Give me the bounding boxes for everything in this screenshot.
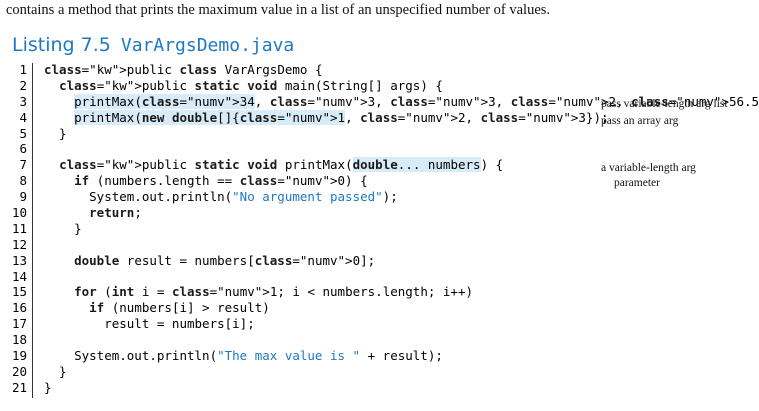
code-line: 5 } bbox=[0, 126, 600, 142]
code-line: 1 class="kw">public class VarArgsDemo { bbox=[0, 62, 600, 78]
annotation-pass-list: pass variable-length arg list bbox=[601, 98, 728, 110]
line-number: 13 bbox=[11, 252, 27, 268]
code-line: 2 class="kw">public static void main(Str… bbox=[0, 78, 600, 94]
code-text: printMax(new double[]{class="numv">1, cl… bbox=[74, 109, 609, 125]
line-number: 14 bbox=[11, 268, 27, 284]
listing-filename: VarArgsDemo.java bbox=[120, 35, 295, 56]
code-listing: 1 class="kw">public class VarArgsDemo {2 … bbox=[0, 62, 759, 396]
code-line: 14 bbox=[0, 269, 600, 285]
line-number: 7 bbox=[19, 157, 27, 173]
code-line: 13 double result = numbers[class="numv">… bbox=[0, 253, 600, 269]
code-line: 7 class="kw">public static void printMax… bbox=[0, 157, 600, 173]
code-line: 12 bbox=[0, 237, 600, 253]
line-number: 4 bbox=[19, 109, 27, 125]
line-number: 15 bbox=[11, 284, 27, 300]
intro-text: contains a method that prints the maximu… bbox=[6, 2, 551, 18]
line-number: 16 bbox=[11, 300, 27, 316]
code-text: for (int i = class="numv">1; i < numbers… bbox=[74, 284, 474, 300]
line-number: 18 bbox=[11, 332, 27, 348]
line-number: 5 bbox=[19, 125, 27, 141]
line-number: 17 bbox=[11, 316, 27, 332]
listing-title: Listing 7.5 VarArgsDemo.java bbox=[12, 34, 294, 56]
code-line: 15 for (int i = class="numv">1; i < numb… bbox=[0, 284, 600, 300]
annotation-pass-array: pass an array arg bbox=[601, 115, 679, 127]
code-line: 3 printMax(class="numv">34, class="numv"… bbox=[0, 93, 759, 110]
code-line: 20 } bbox=[0, 364, 600, 380]
line-number: 10 bbox=[11, 205, 27, 221]
code-line: 21} bbox=[0, 380, 600, 396]
line-number: 21 bbox=[11, 379, 27, 395]
code-text: } bbox=[44, 220, 82, 236]
code-line: 16 if (numbers[i] > result) bbox=[0, 300, 600, 316]
code-text: } bbox=[44, 379, 52, 395]
code-text: } bbox=[44, 125, 67, 141]
code-line: 4 printMax(new double[]{class="numv">1, … bbox=[0, 109, 609, 126]
line-number: 9 bbox=[19, 189, 27, 205]
listing-label: Listing 7.5 bbox=[12, 34, 111, 56]
annotation-vararg-line2: parameter bbox=[614, 177, 660, 189]
code-text: System.out.println("The max value is " +… bbox=[44, 348, 443, 364]
code-text: class="kw">public class VarArgsDemo { bbox=[44, 62, 323, 77]
code-text: double result = numbers[class="numv">0]; bbox=[74, 252, 376, 268]
line-number: 12 bbox=[11, 236, 27, 252]
code-line: 10 return; bbox=[0, 205, 600, 221]
line-number: 19 bbox=[11, 348, 27, 364]
line-number: 8 bbox=[19, 173, 27, 189]
line-number: 1 bbox=[19, 62, 27, 77]
line-number: 6 bbox=[19, 141, 27, 157]
code-line: 19 System.out.println("The max value is … bbox=[0, 348, 600, 364]
code-line: 8 if (numbers.length == class="numv">0) … bbox=[0, 173, 600, 189]
code-line: 17 result = numbers[i]; bbox=[0, 316, 600, 332]
line-number: 2 bbox=[19, 77, 27, 93]
line-number: 11 bbox=[11, 220, 27, 236]
code-line: 9 System.out.println("No argument passed… bbox=[0, 189, 600, 205]
line-number: 20 bbox=[11, 363, 27, 379]
code-text: return; bbox=[89, 205, 142, 221]
code-text: result = numbers[i]; bbox=[44, 316, 255, 332]
annotation-vararg-line1: a variable-length arg bbox=[601, 162, 696, 174]
code-text: System.out.println("No argument passed")… bbox=[44, 189, 398, 205]
code-text: } bbox=[44, 363, 67, 379]
code-text: if (numbers[i] > result) bbox=[89, 300, 270, 316]
line-number: 3 bbox=[19, 93, 27, 109]
code-text: class="kw">public static void main(Strin… bbox=[59, 77, 443, 93]
code-text: if (numbers.length == class="numv">0) { bbox=[74, 173, 368, 189]
code-text: class="kw">public static void printMax(d… bbox=[59, 157, 504, 173]
code-line: 6 bbox=[0, 141, 600, 157]
code-line: 11 } bbox=[0, 221, 600, 237]
code-line: 18 bbox=[0, 332, 600, 348]
